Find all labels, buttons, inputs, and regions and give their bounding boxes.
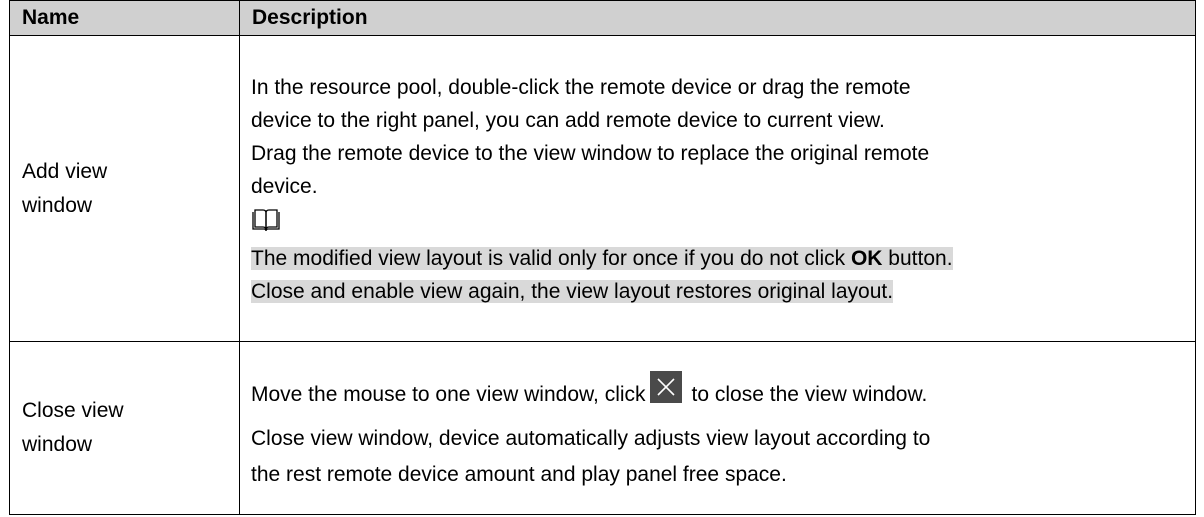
- note-line: Close and enable view again, the view la…: [251, 280, 894, 303]
- description-text: Move the mouse to one view window, click: [251, 383, 646, 406]
- description-line: In the resource pool, double-click the r…: [251, 76, 911, 99]
- row-description-cell: Move the mouse to one view window, click…: [239, 341, 1196, 515]
- note-text: The modified view layout is valid only f…: [251, 247, 851, 270]
- table-row: Add view window In the resource pool, do…: [9, 35, 1196, 342]
- book-note-icon: [251, 209, 1185, 242]
- description-line: device to the right panel, you can add r…: [251, 109, 885, 132]
- close-icon: [649, 371, 682, 404]
- description-text: to close the view window.: [691, 383, 928, 406]
- description-line: Close view window, device automatically …: [251, 427, 931, 450]
- parameter-table: Name Description Add view window In the …: [9, 0, 1196, 515]
- description-line: Move the mouse to one view window, click…: [251, 371, 1185, 413]
- note-bold-ok: OK: [850, 247, 883, 270]
- description-line: Drag the remote device to the view windo…: [251, 142, 930, 165]
- note-line: The modified view layout is valid only f…: [251, 242, 1185, 275]
- row-name: Close view window: [22, 399, 124, 456]
- row-description-cell: In the resource pool, double-click the r…: [239, 35, 1196, 342]
- header-name: Name: [9, 0, 240, 36]
- row-name-cell: Add view window: [9, 35, 240, 342]
- row-name: Add view window: [22, 159, 108, 217]
- document-page: Name Description Add view window In the …: [9, 0, 1196, 515]
- row-name-cell: Close view window: [9, 341, 240, 515]
- table-row: Close view window Move the mouse to one …: [9, 341, 1196, 515]
- header-description: Description: [239, 0, 1196, 36]
- description-line: the rest remote device amount and play p…: [251, 463, 787, 486]
- note-text: button.: [882, 247, 953, 270]
- description-line: device.: [251, 175, 318, 198]
- table-header-row: Name Description: [9, 0, 1196, 36]
